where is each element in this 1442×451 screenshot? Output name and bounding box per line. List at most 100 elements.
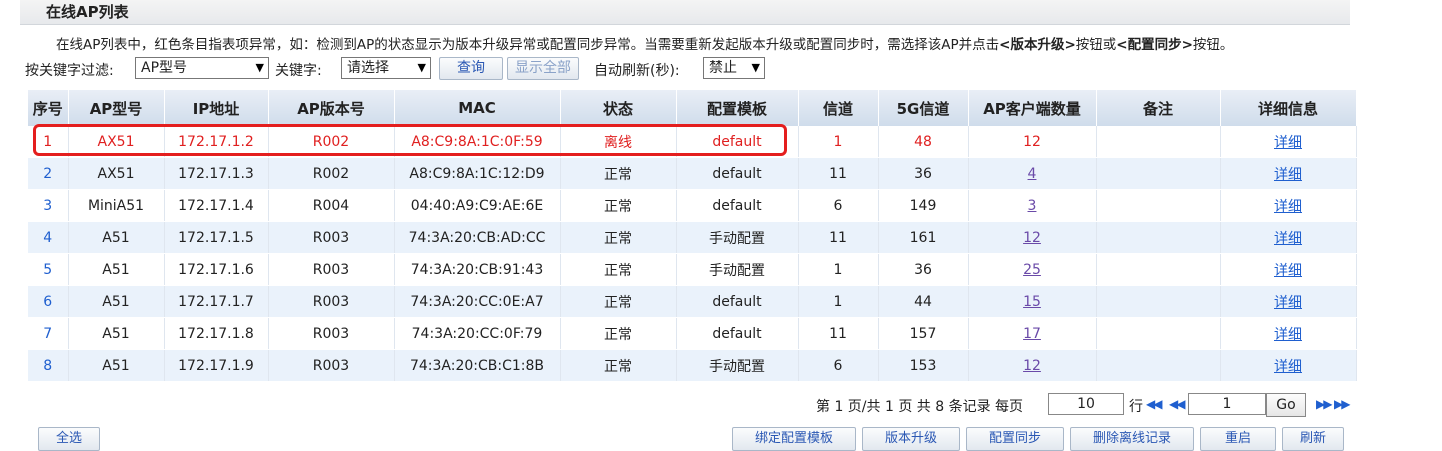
cell-version: R002 <box>268 126 395 158</box>
cell-version: R003 <box>268 285 395 318</box>
cell-mac: 74:3A:20:CB:AD:CC <box>394 221 561 254</box>
first-page-icon[interactable]: ◀◀ <box>1146 397 1163 411</box>
cell-status: 离线 <box>560 126 677 158</box>
cell-note <box>1096 317 1221 350</box>
cell-clients: 4 <box>968 157 1097 190</box>
detail-link[interactable]: 详细 <box>1274 295 1302 311</box>
col-header[interactable]: 状态 <box>560 90 677 126</box>
cell-model: MiniA51 <box>68 189 165 222</box>
next-page-icon[interactable]: ▶▶ <box>1316 397 1333 411</box>
table-row[interactable]: 8 A51 172.17.1.9 R003 74:3A:20:CB:C1:8B … <box>28 349 1357 382</box>
page-number-input[interactable]: 1 <box>1188 393 1266 415</box>
per-page-suffix: 行 <box>1129 399 1143 415</box>
table-row[interactable]: 3 MiniA51 172.17.1.4 R004 04:40:A9:C9:AE… <box>28 189 1357 222</box>
clients-link[interactable]: 3 <box>1028 198 1037 214</box>
ap-table: 序号 AP型号 IP地址 AP版本号 MAC 状态 配置模板 信道 5G信道 A… <box>28 90 1357 382</box>
cell-template: 手动配置 <box>676 253 799 286</box>
section-title-bar: 在线AP列表 <box>20 0 1350 25</box>
cell-mac: 74:3A:20:CB:91:43 <box>394 253 561 286</box>
filter-field-value: AP型号 <box>141 60 188 76</box>
sync-button[interactable]: 配置同步 <box>966 427 1064 451</box>
col-header[interactable]: 信道 <box>798 90 879 126</box>
col-header[interactable]: AP版本号 <box>268 90 395 126</box>
table-row[interactable]: 2 AX51 172.17.1.3 R002 A8:C9:8A:1C:12:D9… <box>28 157 1357 190</box>
cell-model: A51 <box>68 221 165 254</box>
last-page-icon[interactable]: ▶▶ <box>1334 397 1351 411</box>
cell-clients: 3 <box>968 189 1097 222</box>
detail-link[interactable]: 详细 <box>1274 263 1302 279</box>
table-row[interactable]: 7 A51 172.17.1.8 R003 74:3A:20:CC:0F:79 … <box>28 317 1357 350</box>
ap-list-panel: 在线AP列表 在线AP列表中，红色条目指表项异常，如：检测到AP的状态显示为版本… <box>20 0 1357 451</box>
refresh-button[interactable]: 刷新 <box>1282 427 1344 451</box>
cell-ip: 172.17.1.7 <box>164 285 269 318</box>
delete-offline-button[interactable]: 删除离线记录 <box>1070 427 1194 451</box>
cell-model: A51 <box>68 285 165 318</box>
cell-template: 手动配置 <box>676 349 799 382</box>
cell-channel-5g: 44 <box>878 285 969 318</box>
upgrade-button[interactable]: 版本升级 <box>862 427 960 451</box>
clients-link[interactable]: 15 <box>1023 294 1041 310</box>
detail-link[interactable]: 详细 <box>1274 199 1302 215</box>
description: 在线AP列表中，红色条目指表项异常，如：检测到AP的状态显示为版本升级异常或配置… <box>56 33 1233 53</box>
cell-template: default <box>676 189 799 222</box>
table-row[interactable]: 1 AX51 172.17.1.2 R002 A8:C9:8A:1C:0F:59… <box>28 126 1357 158</box>
cell-status: 正常 <box>560 317 677 350</box>
cell-channel-5g: 36 <box>878 157 969 190</box>
select-all-button[interactable]: 全选 <box>38 427 100 451</box>
detail-link[interactable]: 详细 <box>1274 327 1302 343</box>
per-page-input[interactable]: 10 <box>1048 393 1124 415</box>
col-header[interactable]: MAC <box>394 90 561 126</box>
go-button[interactable]: Go <box>1266 393 1306 417</box>
cell-model: AX51 <box>68 126 165 158</box>
clients-link[interactable]: 12 <box>1023 230 1041 246</box>
col-header[interactable]: 5G信道 <box>878 90 969 126</box>
show-all-button[interactable]: 显示全部 <box>507 57 579 80</box>
clients-link[interactable]: 4 <box>1028 166 1037 182</box>
detail-link[interactable]: 详细 <box>1274 231 1302 247</box>
col-header[interactable]: 序号 <box>28 90 69 126</box>
cell-index: 8 <box>28 349 69 382</box>
auto-refresh-label: 自动刷新(秒): <box>594 63 680 79</box>
table-row[interactable]: 6 A51 172.17.1.7 R003 74:3A:20:CC:0E:A7 … <box>28 285 1357 318</box>
bind-template-button[interactable]: 绑定配置模板 <box>732 427 856 451</box>
detail-link[interactable]: 详细 <box>1274 135 1302 151</box>
keyword-select[interactable]: 请选择 ▼ <box>341 57 431 79</box>
cell-version: R003 <box>268 317 395 350</box>
auto-refresh-select[interactable]: 禁止 ▼ <box>703 57 765 79</box>
cell-template: default <box>676 317 799 350</box>
col-header[interactable]: 配置模板 <box>676 90 799 126</box>
detail-link[interactable]: 详细 <box>1274 167 1302 183</box>
clients-link[interactable]: 17 <box>1023 326 1041 342</box>
cell-clients: 25 <box>968 253 1097 286</box>
table-row[interactable]: 4 A51 172.17.1.5 R003 74:3A:20:CB:AD:CC … <box>28 221 1357 254</box>
cell-ip: 172.17.1.9 <box>164 349 269 382</box>
col-header[interactable]: IP地址 <box>164 90 269 126</box>
cell-status: 正常 <box>560 189 677 222</box>
cell-version: R003 <box>268 221 395 254</box>
cell-detail: 详细 <box>1220 253 1357 286</box>
cell-status: 正常 <box>560 157 677 190</box>
col-header[interactable]: AP客户端数量 <box>968 90 1097 126</box>
cell-clients: 17 <box>968 317 1097 350</box>
col-header[interactable]: 详细信息 <box>1220 90 1357 126</box>
cell-status: 正常 <box>560 349 677 382</box>
cell-note <box>1096 189 1221 222</box>
col-header[interactable]: 备注 <box>1096 90 1221 126</box>
cell-mac: 74:3A:20:CC:0E:A7 <box>394 285 561 318</box>
prev-page-icon[interactable]: ◀◀ <box>1169 397 1186 411</box>
cell-clients: 15 <box>968 285 1097 318</box>
cell-note <box>1096 126 1221 158</box>
cell-detail: 详细 <box>1220 126 1357 158</box>
reboot-button[interactable]: 重启 <box>1200 427 1276 451</box>
description-tail: 按钮。 <box>1192 37 1234 53</box>
query-button[interactable]: 查询 <box>439 57 503 80</box>
filter-field-select[interactable]: AP型号 ▼ <box>135 57 269 79</box>
clients-link[interactable]: 25 <box>1023 262 1041 278</box>
cell-version: R004 <box>268 189 395 222</box>
detail-link[interactable]: 详细 <box>1274 359 1302 375</box>
auto-refresh-value: 禁止 <box>709 60 737 76</box>
clients-link[interactable]: 12 <box>1023 358 1041 374</box>
table-row[interactable]: 5 A51 172.17.1.6 R003 74:3A:20:CB:91:43 … <box>28 253 1357 286</box>
keyword-value: 请选择 <box>347 60 389 76</box>
col-header[interactable]: AP型号 <box>68 90 165 126</box>
